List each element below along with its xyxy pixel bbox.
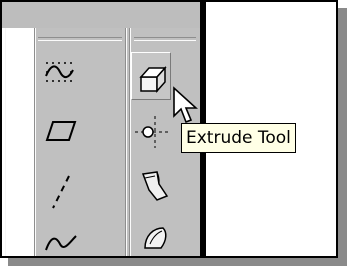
parallelogram-icon[interactable] <box>42 116 82 146</box>
extrude-tool-button[interactable] <box>131 52 171 100</box>
toolbar-grip[interactable] <box>134 37 196 41</box>
revolve-icon[interactable] <box>133 222 173 256</box>
spline-dotted-icon[interactable] <box>42 56 82 88</box>
toolbar-separator <box>126 28 127 256</box>
extrude-icon <box>139 66 167 93</box>
toolbar-top-band <box>2 2 200 28</box>
sweep-icon[interactable] <box>133 166 173 206</box>
left-white-strip <box>6 28 34 256</box>
screenshot-frame: Extrude Tool <box>0 0 338 258</box>
dashed-line-icon[interactable] <box>42 172 82 212</box>
point-axis-icon[interactable] <box>133 114 173 150</box>
toolbar-grip[interactable] <box>38 37 122 41</box>
tooltip-extrude-tool: Extrude Tool <box>181 123 296 153</box>
toolbar-separator <box>35 28 36 256</box>
curve-icon[interactable] <box>42 224 82 256</box>
